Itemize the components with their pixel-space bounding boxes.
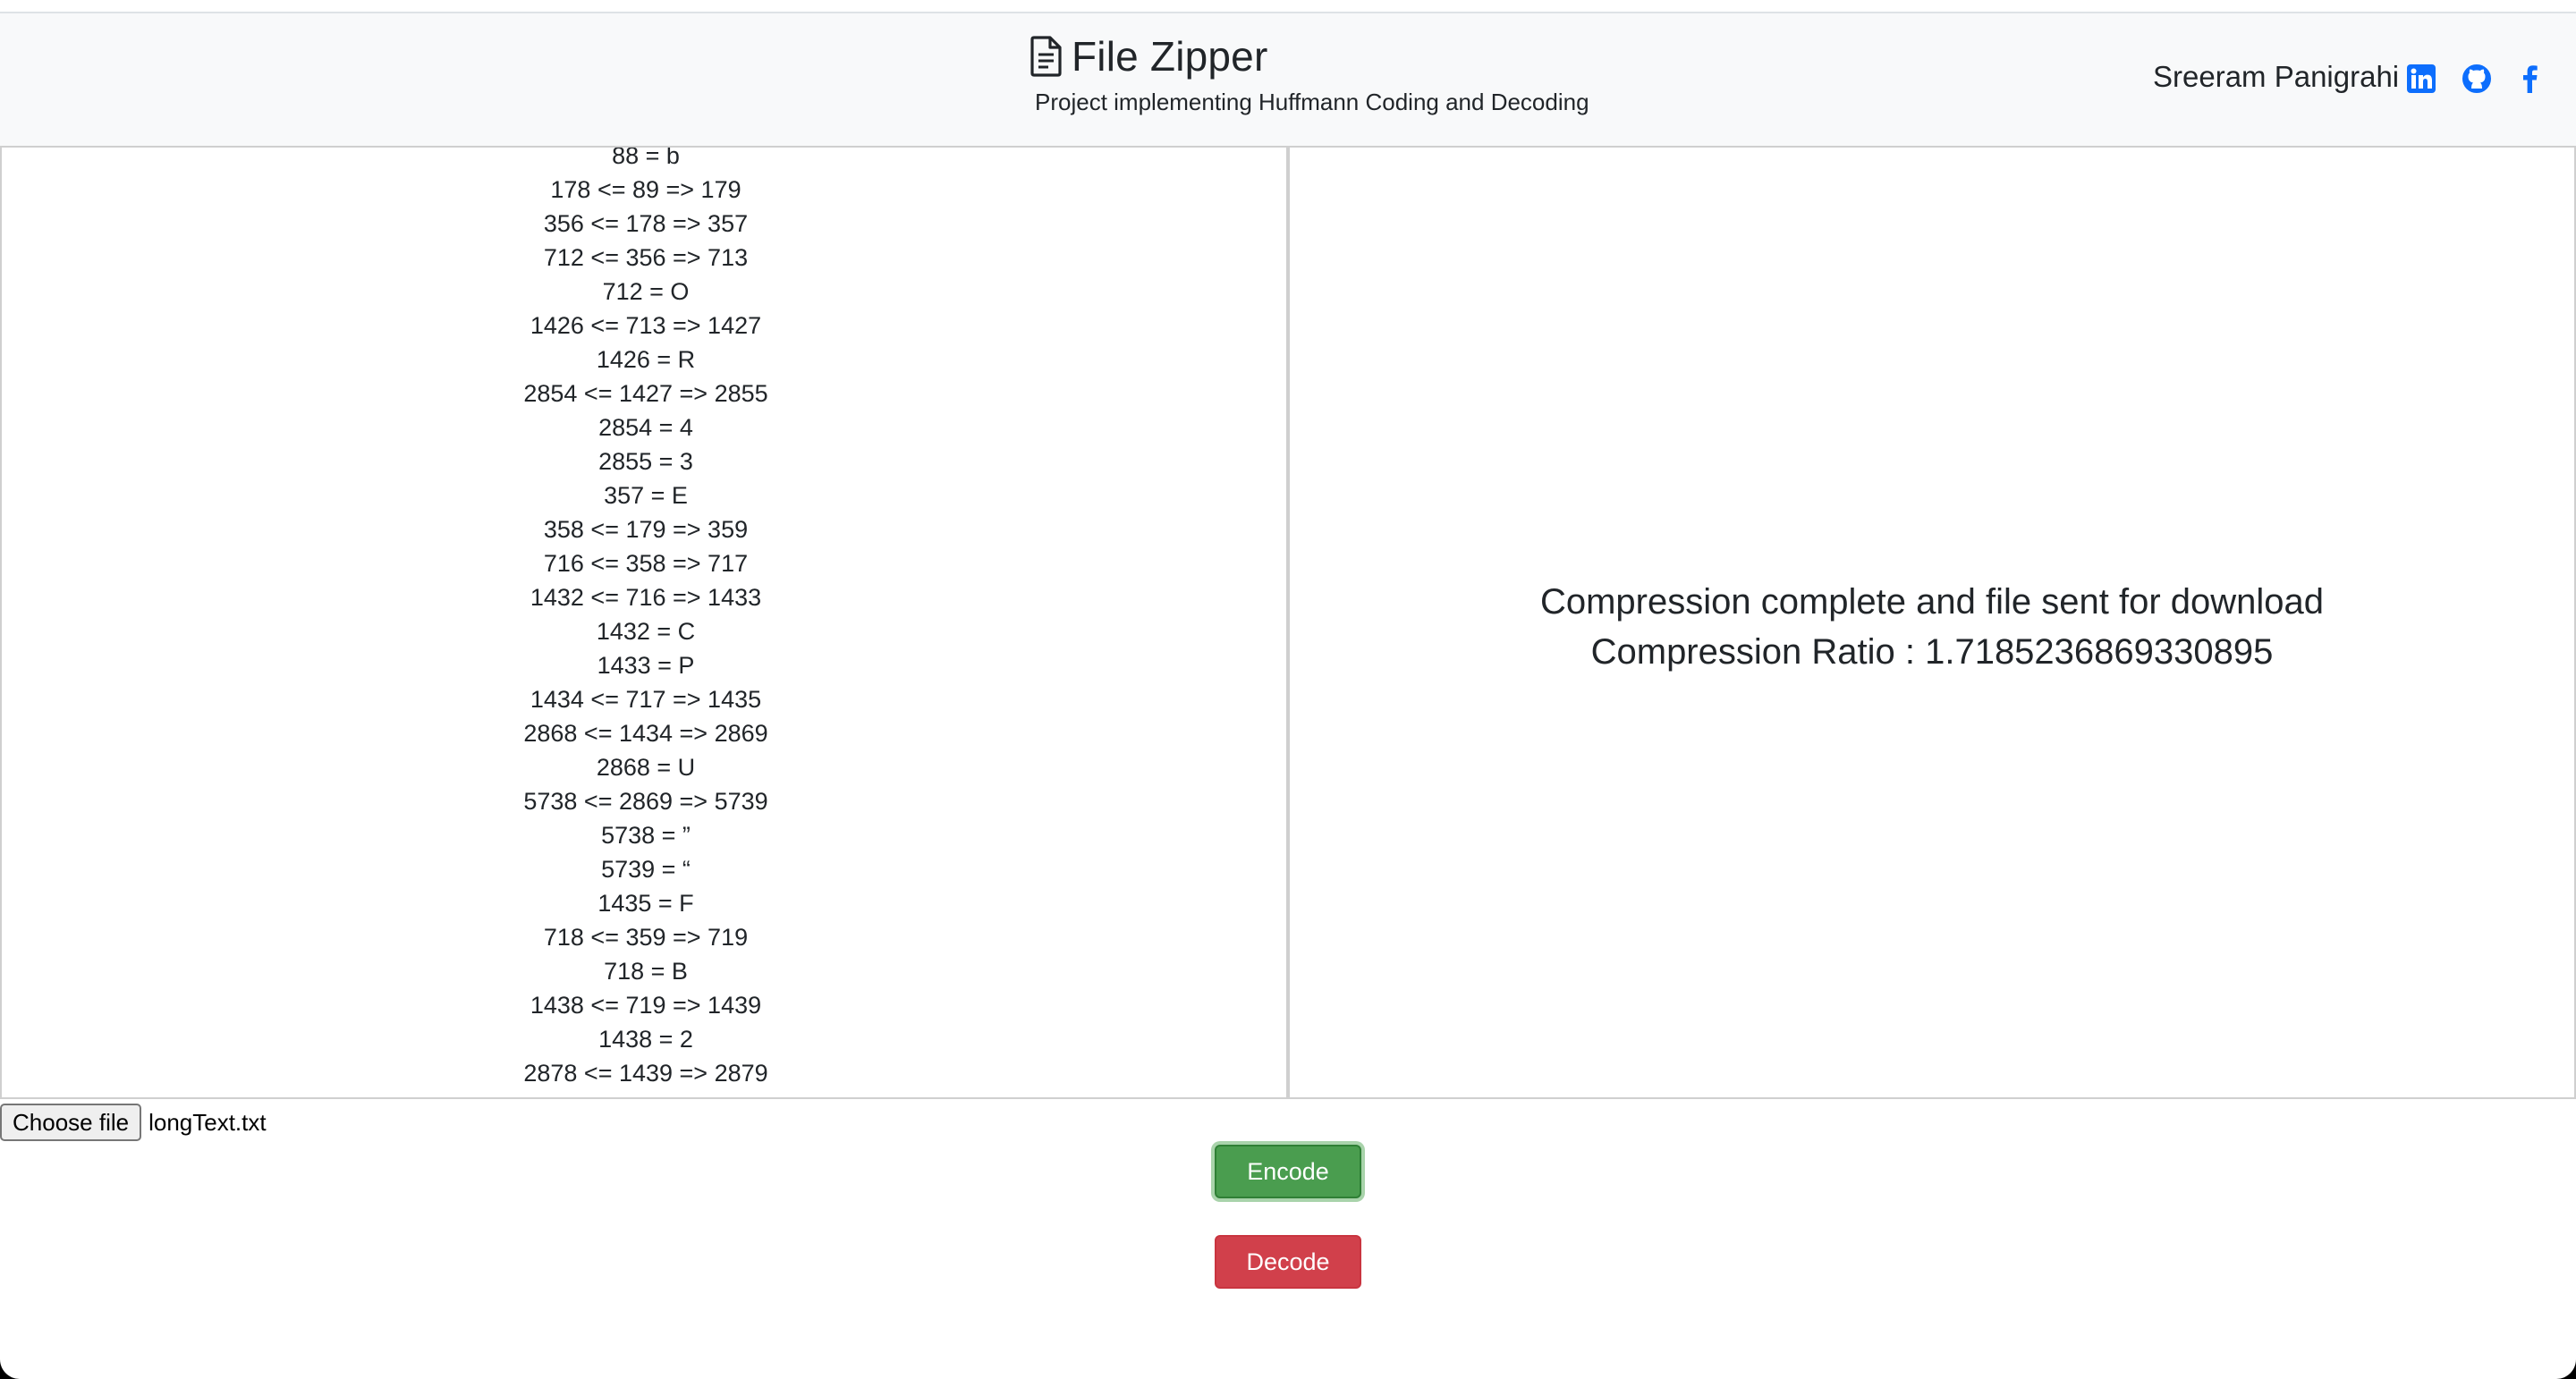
tree-line: 2854 = 4 xyxy=(598,414,693,441)
result-message: Compression complete and file sent for d… xyxy=(1290,577,2574,677)
app-title: File Zipper xyxy=(1072,33,1268,80)
facebook-icon[interactable] xyxy=(2515,63,2546,94)
huffman-tree-panel[interactable]: 88 = b 178 <= 89 => 179 356 <= 178 => 357 7… xyxy=(0,146,1288,1099)
linkedin-icon[interactable] xyxy=(2406,63,2436,94)
tree-line: 1438 = 2 xyxy=(598,1026,693,1053)
file-text-icon xyxy=(1030,36,1062,77)
tree-line: 88 = b xyxy=(612,146,680,169)
encode-button[interactable]: Encode xyxy=(1215,1145,1361,1198)
tree-line: 357 = E xyxy=(604,482,688,509)
tree-line: 2878 xyxy=(2,1090,1286,1097)
app-subtitle: Project implementing Huffmann Coding and… xyxy=(1035,89,1589,115)
github-icon[interactable] xyxy=(2462,63,2492,94)
huffman-tree-list: 88 = b 178 <= 89 => 179 356 <= 178 => 357 7… xyxy=(2,146,1286,1097)
tree-line: 178 <= 89 => 179 xyxy=(550,176,741,203)
tree-line: 718 <= 359 => 719 xyxy=(543,924,749,951)
result-panel: Compression complete and file sent for d… xyxy=(1288,146,2576,1099)
tree-line: 718 = B xyxy=(604,958,688,985)
compression-ratio: Compression Ratio : 1.7185236869330895 xyxy=(1590,632,2274,672)
selected-file-name: longText.txt xyxy=(148,1108,267,1136)
tree-line: 5738 <= 2869 => 5739 xyxy=(523,788,768,815)
tree-line: 2854 <= 1427 => 2855 xyxy=(523,380,768,407)
author-name: Sreeram Panigrahi xyxy=(2153,60,2400,93)
tree-line: 2868 <= 1434 => 2869 xyxy=(523,720,768,747)
tree-line: 1434 <= 717 => 1435 xyxy=(530,686,762,713)
tree-line: 2878 <= 1439 => 2879 xyxy=(523,1060,768,1087)
decode-button[interactable]: Decode xyxy=(1215,1235,1361,1289)
tree-line: 356 <= 178 => 357 xyxy=(543,210,749,237)
tree-line: 358 <= 179 => 359 xyxy=(543,516,749,543)
page: File Zipper Project implementing Huffman… xyxy=(0,0,2576,1379)
tree-line: 1433 = P xyxy=(597,652,695,679)
tree-line: 712 = O xyxy=(602,278,690,305)
result-line-1: Compression complete and file sent for d… xyxy=(1539,582,2325,622)
tree-line: 1426 <= 713 => 1427 xyxy=(530,312,762,339)
tree-line: 1426 = R xyxy=(596,346,696,373)
window-top-strip xyxy=(0,0,2576,13)
tree-line: 2868 = U xyxy=(596,754,696,781)
brand[interactable]: File Zipper xyxy=(1030,30,1268,83)
tree-line: 1432 <= 716 => 1433 xyxy=(530,584,762,611)
tree-line: 712 <= 356 => 713 xyxy=(543,244,749,271)
tree-line: 1438 <= 719 => 1439 xyxy=(530,992,762,1019)
choose-file-button[interactable]: Choose file xyxy=(0,1104,142,1141)
tree-line: 5739 = “ xyxy=(601,856,691,883)
tree-line: 716 <= 358 => 717 xyxy=(543,550,749,577)
file-input[interactable]: Choose file longText.txt xyxy=(0,1102,267,1143)
tree-line: 1432 = C xyxy=(596,618,696,645)
tree-line: 1435 = F xyxy=(597,890,694,917)
navbar: File Zipper Project implementing Huffman… xyxy=(0,13,2576,148)
tree-line: 2855 = 3 xyxy=(598,448,693,475)
tree-line: 5738 = ” xyxy=(601,822,691,849)
